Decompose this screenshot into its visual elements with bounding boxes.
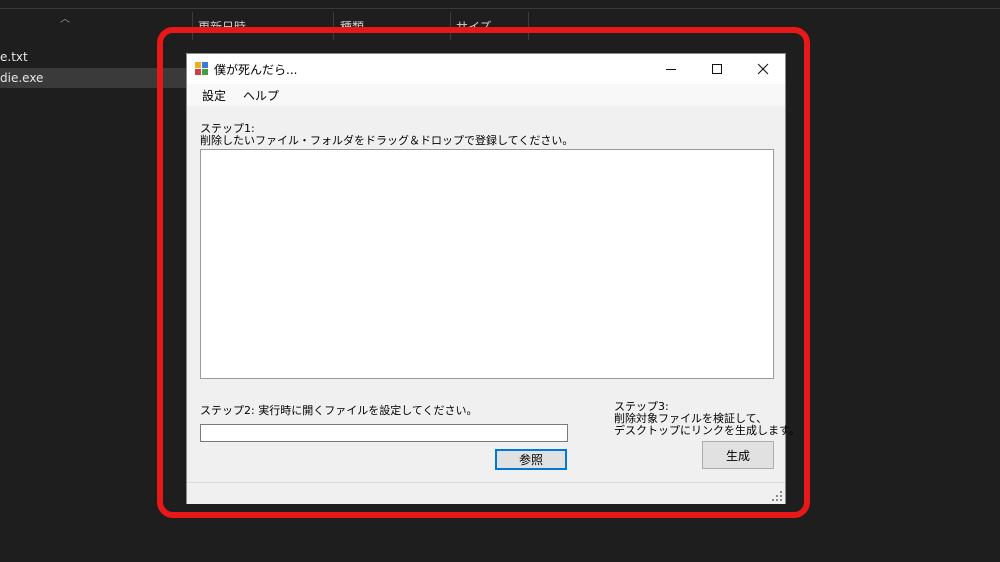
- minimize-icon: [666, 69, 676, 70]
- menu-help[interactable]: ヘルプ: [243, 87, 279, 104]
- explorer-header-divider: [0, 8, 1000, 9]
- menu-bar: 設定 ヘルプ: [187, 84, 785, 106]
- title-bar[interactable]: 僕が死んだら...: [187, 54, 785, 84]
- minimize-button[interactable]: [648, 54, 694, 84]
- generate-button[interactable]: 生成: [702, 441, 774, 469]
- drop-target-listbox[interactable]: [200, 149, 774, 379]
- menu-settings[interactable]: 設定: [202, 87, 226, 104]
- file-row-txt[interactable]: e.txt: [0, 47, 28, 67]
- status-bar: [187, 482, 785, 504]
- close-icon: [757, 63, 769, 75]
- app-window: 僕が死んだら... 設定 ヘルプ ステップ1: 削除したいファイル・フォルダをド…: [186, 53, 800, 504]
- close-button[interactable]: [740, 54, 786, 84]
- resize-grip-icon[interactable]: [770, 489, 782, 501]
- sort-up-icon[interactable]: ︿: [60, 10, 70, 25]
- open-file-path-input[interactable]: [200, 424, 568, 442]
- window-title: 僕が死んだら...: [214, 63, 298, 77]
- browse-button[interactable]: 参照: [495, 449, 567, 470]
- step2-instructions: ステップ2: 実行時に開くファイルを設定してください。: [200, 404, 478, 417]
- maximize-button[interactable]: [694, 54, 740, 84]
- step3-line2: デスクトップにリンクを生成します。: [614, 424, 800, 437]
- step1-instructions: 削除したいファイル・フォルダをドラッグ＆ドロップで登録してください。: [200, 134, 574, 147]
- maximize-icon: [712, 64, 722, 74]
- app-icon: [195, 62, 209, 76]
